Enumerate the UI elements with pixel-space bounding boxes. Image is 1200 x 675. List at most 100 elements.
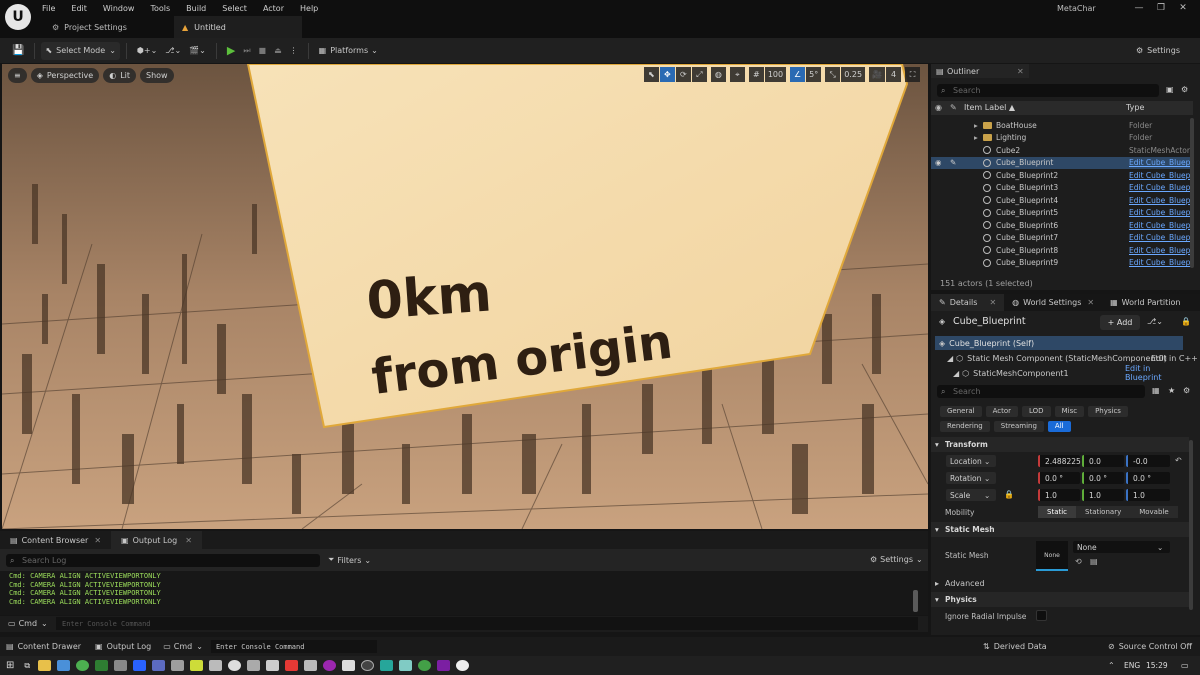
menu-tools[interactable]: Tools (150, 4, 170, 13)
show-button[interactable]: Show (140, 68, 174, 83)
tab-world-partition[interactable]: ▦ World Partition (1102, 294, 1188, 311)
tab-level[interactable]: ▲ Untitled (174, 16, 302, 38)
tab-details[interactable]: ✎ Details ✕ (931, 294, 1005, 311)
static-mesh-thumbnail[interactable]: None (1036, 541, 1068, 571)
play-options-icon[interactable]: ⋮ (286, 42, 302, 60)
taskbar-app-icon[interactable] (399, 660, 413, 671)
taskbar-app-icon[interactable] (418, 660, 432, 671)
edit-blueprint-link[interactable]: Edit Cube_Blueprint (1129, 246, 1193, 255)
taskbar-app-icon[interactable] (323, 660, 337, 671)
step-icon[interactable]: ⏭ (239, 42, 254, 60)
close-icon[interactable]: ✕ (1172, 3, 1194, 13)
close-icon[interactable]: ✕ (1017, 67, 1024, 76)
category-general[interactable]: General (940, 405, 982, 417)
taskbar-app-icon[interactable] (133, 660, 147, 671)
details-scrollbar[interactable] (1189, 440, 1193, 610)
blueprint-options-icon[interactable]: ⎇⌄ (1147, 317, 1163, 326)
cinematics-icon[interactable]: 🎬⌄ (185, 42, 210, 60)
location-x-field[interactable]: 2.488225 (1038, 455, 1081, 467)
mobility-static[interactable]: Static (1038, 506, 1077, 518)
taskbar-app-icon[interactable] (114, 660, 128, 671)
edit-blueprint-link[interactable]: Edit Cube_Blueprint (1129, 183, 1193, 192)
taskbar-app-icon[interactable] (38, 660, 52, 671)
outliner-row[interactable]: Cube2 StaticMeshActor (931, 144, 1193, 157)
taskbar-app-icon[interactable] (380, 660, 394, 671)
perspective-button[interactable]: ◈ Perspective (30, 68, 100, 83)
camera-speed-icon[interactable]: 🎥 (869, 67, 885, 82)
category-misc[interactable]: Misc (1054, 405, 1085, 417)
menu-file[interactable]: File (42, 4, 55, 13)
favorites-icon[interactable]: ★ (1168, 386, 1175, 395)
taskbar-app-icon[interactable] (95, 660, 109, 671)
edit-blueprint-link[interactable]: Edit Cube_Blueprint (1129, 221, 1193, 230)
taskbar-app-icon[interactable] (285, 660, 299, 671)
derived-data-button[interactable]: ⇅ Derived Data (983, 642, 1047, 651)
category-physics[interactable]: Physics (1088, 405, 1128, 417)
menu-actor[interactable]: Actor (263, 4, 284, 13)
grid-size-value[interactable]: 100 (764, 67, 787, 82)
column-item-label[interactable]: Item Label ▲ (964, 103, 1015, 112)
component-static-mesh[interactable]: ◢ ⬡ Static Mesh Component (StaticMeshCom… (935, 351, 1198, 365)
menu-edit[interactable]: Edit (71, 4, 87, 13)
tab-project-settings[interactable]: ⚙ Project Settings (42, 17, 137, 37)
outliner-row[interactable]: Cube_Blueprint7 Edit Cube_Blueprint (931, 232, 1193, 245)
lock-icon[interactable]: 🔒 (1181, 317, 1191, 326)
language-indicator[interactable]: ENG (1124, 661, 1140, 670)
close-icon[interactable]: ✕ (94, 536, 101, 545)
location-dropdown[interactable]: Location ⌄ (946, 455, 996, 467)
rotate-tool-icon[interactable]: ⟳ (675, 67, 691, 82)
ignore-radial-impulse-checkbox[interactable] (1036, 610, 1047, 621)
camera-speed-value[interactable]: 4 (886, 67, 901, 82)
component-static-mesh-1[interactable]: ◢ ⬡ StaticMeshComponent1 Edit in Bluepri… (935, 364, 1183, 382)
taskbar-app-icon[interactable] (228, 660, 242, 671)
close-icon[interactable]: ✕ (185, 536, 192, 545)
taskbar-app-icon[interactable] (361, 660, 375, 671)
outliner-row[interactable]: Cube_Blueprint2 Edit Cube_Blueprint (931, 169, 1193, 182)
task-view-icon[interactable]: ⧉ (24, 661, 30, 671)
taskbar-app-icon[interactable] (57, 660, 71, 671)
select-mode-dropdown[interactable]: ⬉ Select Mode ⌄ (41, 41, 120, 60)
edit-blueprint-link[interactable]: Edit Cube_Blueprint (1129, 171, 1193, 180)
pin-icon[interactable]: ✎ (950, 158, 956, 167)
edit-blueprint-link[interactable]: Edit Cube_Blueprint (1129, 158, 1193, 167)
pin-icon[interactable]: ✎ (950, 103, 957, 112)
tray-chevron-icon[interactable]: ⌃ (1108, 661, 1115, 670)
property-matrix-icon[interactable]: ▦ (1152, 386, 1160, 395)
grid-snap-icon[interactable]: # (748, 67, 764, 82)
edit-blueprint-link[interactable]: Edit Cube_Blueprint (1129, 208, 1193, 217)
play-icon[interactable]: ▶ (223, 42, 239, 60)
rotation-dropdown[interactable]: Rotation ⌄ (946, 472, 996, 484)
scale-dropdown[interactable]: Scale ⌄ (946, 489, 996, 501)
scale-x-field[interactable]: 1.0 (1038, 489, 1080, 501)
translate-tool-icon[interactable]: ✥ (659, 67, 675, 82)
browse-icon[interactable]: ▤ (1090, 557, 1098, 566)
scale-snap-value[interactable]: 0.25 (841, 67, 866, 82)
outliner-search-input[interactable]: ⌕ Search (937, 84, 1159, 97)
outliner-row[interactable]: ▸ Lighting Folder (931, 132, 1193, 145)
location-z-field[interactable]: -0.0 (1126, 455, 1170, 467)
use-selected-icon[interactable]: ⟲ (1075, 557, 1082, 566)
outliner-scrollbar[interactable] (1190, 118, 1194, 268)
outliner-row[interactable]: ◉ ✎ Cube_Blueprint Edit Cube_Blueprint (931, 156, 1193, 169)
status-console-input[interactable]: Enter Console Command (210, 640, 377, 653)
outliner-row[interactable]: Cube_Blueprint8 Edit Cube_Blueprint (931, 244, 1193, 257)
content-drawer-button[interactable]: ▤ Content Drawer (6, 642, 81, 651)
location-y-field[interactable]: 0.0 (1082, 455, 1124, 467)
eject-icon[interactable]: ⏏ (270, 42, 286, 60)
viewport-menu-button[interactable]: ≡ (8, 68, 27, 83)
category-streaming[interactable]: Streaming (993, 420, 1044, 432)
outliner-row[interactable]: Cube_Blueprint5 Edit Cube_Blueprint (931, 207, 1193, 220)
tab-world-settings[interactable]: ◍ World Settings ✕ (1004, 294, 1102, 311)
gear-icon[interactable]: ⚙ (1181, 85, 1188, 94)
add-component-button[interactable]: + Add (1100, 315, 1140, 330)
edit-blueprint-link[interactable]: Edit Cube_Blueprint (1129, 258, 1193, 267)
clock[interactable]: 15:29 (1146, 661, 1168, 670)
select-tool-icon[interactable]: ⬉ (643, 67, 659, 82)
mobility-stationary[interactable]: Stationary (1076, 506, 1131, 518)
add-folder-icon[interactable]: ▣ (1166, 85, 1174, 94)
taskbar-app-icon[interactable] (209, 660, 223, 671)
tab-outliner[interactable]: ▤ Outliner ✕ (931, 64, 1029, 78)
reset-icon[interactable]: ↶ (1175, 456, 1182, 465)
world-space-icon[interactable]: ◍ (710, 67, 726, 82)
outliner-row[interactable]: Cube_Blueprint3 Edit Cube_Blueprint (931, 182, 1193, 195)
